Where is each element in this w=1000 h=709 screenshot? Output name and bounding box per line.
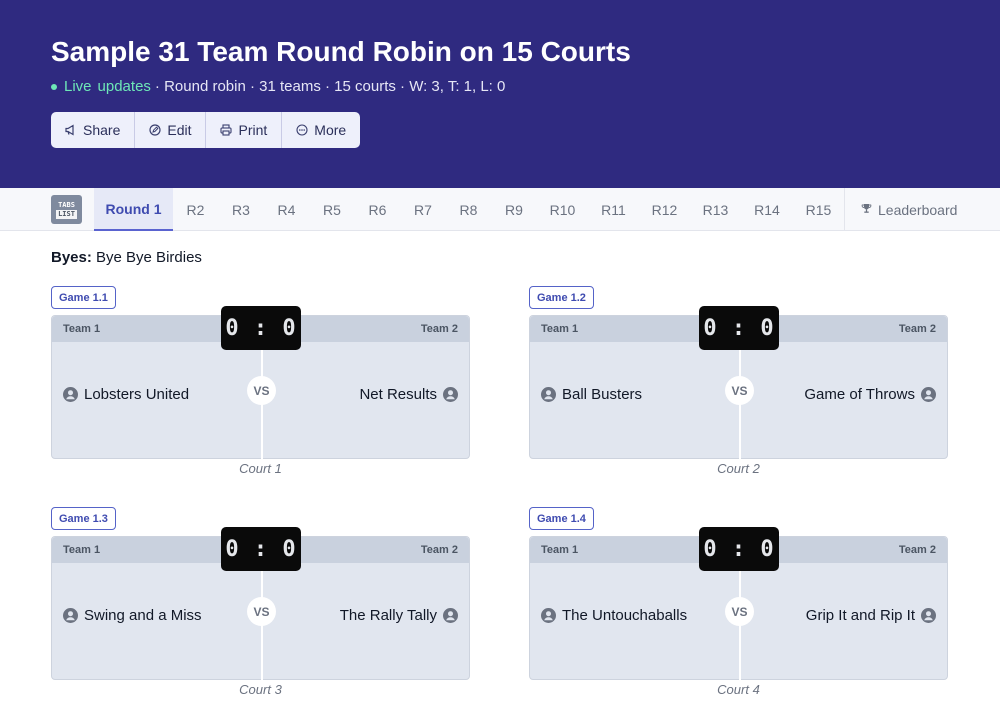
- tab-r8[interactable]: R8: [446, 188, 491, 231]
- team1: Swing and a Miss: [63, 607, 202, 624]
- vs-badge: VS: [247, 376, 276, 405]
- team1-name: Swing and a Miss: [84, 607, 202, 624]
- tab-r9[interactable]: R9: [491, 188, 537, 231]
- updates-link[interactable]: updates: [98, 78, 151, 95]
- tab-r13[interactable]: R13: [690, 188, 741, 231]
- edit-button[interactable]: Edit: [135, 112, 207, 148]
- game-card[interactable]: Team 1 Team 2 0 : 0 VS Lobsters United N…: [51, 306, 470, 459]
- team2-label: Team 2: [420, 323, 458, 335]
- tab-leaderboard[interactable]: Leaderboard: [844, 188, 973, 231]
- user-circle-icon: [541, 387, 556, 402]
- court-label: Court 3: [239, 682, 282, 697]
- tab-r10[interactable]: R10: [537, 188, 588, 231]
- tab-r2[interactable]: R2: [173, 188, 218, 231]
- printer-icon: [220, 124, 233, 136]
- team2-label: Team 2: [420, 544, 458, 556]
- court-label: Court 4: [717, 682, 760, 697]
- team1-name: Ball Busters: [562, 386, 643, 403]
- user-circle-icon: [541, 608, 556, 623]
- byes-label: Byes:: [51, 249, 92, 266]
- user-circle-icon: [63, 608, 78, 623]
- scoreboard[interactable]: 0 : 0: [221, 306, 301, 350]
- trophy-icon: [861, 203, 872, 217]
- logo-text-list: LIST: [56, 209, 77, 219]
- team1-name: Lobsters United: [84, 386, 190, 403]
- vs-badge: VS: [725, 376, 754, 405]
- team2: Grip It and Rip It: [806, 607, 936, 624]
- game-card[interactable]: Team 1 Team 2 0 : 0 VS Swing and a Miss …: [51, 527, 470, 680]
- user-circle-icon: [63, 387, 78, 402]
- user-circle-icon: [443, 608, 458, 623]
- team1-label: Team 1: [63, 323, 101, 335]
- live-label: Live: [64, 78, 92, 95]
- edit-label: Edit: [167, 122, 192, 138]
- tabs-list-logo[interactable]: TABS LIST: [51, 195, 82, 224]
- team1-label: Team 1: [541, 323, 579, 335]
- scoreboard[interactable]: 0 : 0: [699, 306, 779, 350]
- page-title: Sample 31 Team Round Robin on 15 Courts: [51, 36, 631, 67]
- team1-label: Team 1: [63, 544, 101, 556]
- game-label: Game 1.2: [529, 286, 594, 309]
- more-button[interactable]: More: [282, 112, 360, 148]
- team2-name: Net Results: [359, 386, 437, 403]
- tab-r12[interactable]: R12: [639, 188, 690, 231]
- team1: Ball Busters: [541, 386, 642, 403]
- user-circle-icon: [443, 387, 458, 402]
- team1-label: Team 1: [541, 544, 579, 556]
- tab-r3[interactable]: R3: [218, 188, 264, 231]
- court-label: Court 2: [717, 461, 760, 476]
- tab-r14[interactable]: R14: [741, 188, 793, 231]
- round-tabs: TABS LIST Round 1 R2 R3 R4 R5 R6 R7 R8 R…: [0, 188, 1000, 231]
- tab-r7[interactable]: R7: [400, 188, 446, 231]
- tab-r11[interactable]: R11: [588, 188, 639, 231]
- team1-name: The Untouchaballs: [562, 607, 688, 624]
- tab-r6[interactable]: R6: [355, 188, 400, 231]
- scoreboard[interactable]: 0 : 0: [699, 527, 779, 571]
- vs-badge: VS: [247, 597, 276, 626]
- tournament-meta: Live updates · Round robin · 31 teams · …: [51, 78, 505, 95]
- game-label: Game 1.3: [51, 507, 116, 530]
- more-icon: [296, 124, 308, 136]
- logo-text-tabs: TABS: [58, 200, 75, 209]
- user-circle-icon: [921, 608, 936, 623]
- action-toolbar: Share Edit Print More: [51, 112, 361, 148]
- game-card[interactable]: Team 1 Team 2 0 : 0 VS Ball Busters Game…: [529, 306, 948, 459]
- edit-icon: [149, 124, 161, 136]
- byes-teams: Bye Bye Birdies: [96, 249, 202, 266]
- team1: The Untouchaballs: [541, 607, 687, 624]
- leaderboard-label: Leaderboard: [878, 201, 958, 218]
- tab-r15[interactable]: R15: [793, 188, 844, 231]
- team2-name: Game of Throws: [804, 386, 915, 403]
- print-label: Print: [238, 122, 268, 138]
- vs-badge: VS: [725, 597, 754, 626]
- tab-r5[interactable]: R5: [309, 188, 355, 231]
- team2-name: The Rally Tally: [339, 607, 437, 624]
- game-label: Game 1.4: [529, 507, 594, 530]
- page-header: Sample 31 Team Round Robin on 15 Courts …: [0, 0, 1000, 188]
- team1: Lobsters United: [63, 386, 189, 403]
- tournament-details: · Round robin · 31 teams · 15 courts · W…: [154, 78, 506, 95]
- team2-label: Team 2: [898, 544, 936, 556]
- court-label: Court 1: [239, 461, 282, 476]
- live-dot-icon: [51, 83, 57, 90]
- print-button[interactable]: Print: [206, 112, 283, 148]
- team2: The Rally Tally: [340, 607, 458, 624]
- game-card[interactable]: Team 1 Team 2 0 : 0 VS The Untouchaballs…: [529, 527, 948, 680]
- megaphone-icon: [65, 124, 77, 136]
- tab-round-1[interactable]: Round 1: [94, 188, 173, 231]
- team2: Net Results: [359, 386, 458, 403]
- user-circle-icon: [921, 387, 936, 402]
- team2: Game of Throws: [804, 386, 936, 403]
- game-label: Game 1.1: [51, 286, 116, 309]
- more-label: More: [314, 122, 347, 138]
- tab-r4[interactable]: R4: [264, 188, 309, 231]
- team2-label: Team 2: [898, 323, 936, 335]
- share-label: Share: [83, 122, 121, 138]
- byes-line: Byes: Bye Bye Birdies: [51, 249, 202, 266]
- team2-name: Grip It and Rip It: [805, 607, 915, 624]
- share-button[interactable]: Share: [51, 112, 136, 148]
- scoreboard[interactable]: 0 : 0: [221, 527, 301, 571]
